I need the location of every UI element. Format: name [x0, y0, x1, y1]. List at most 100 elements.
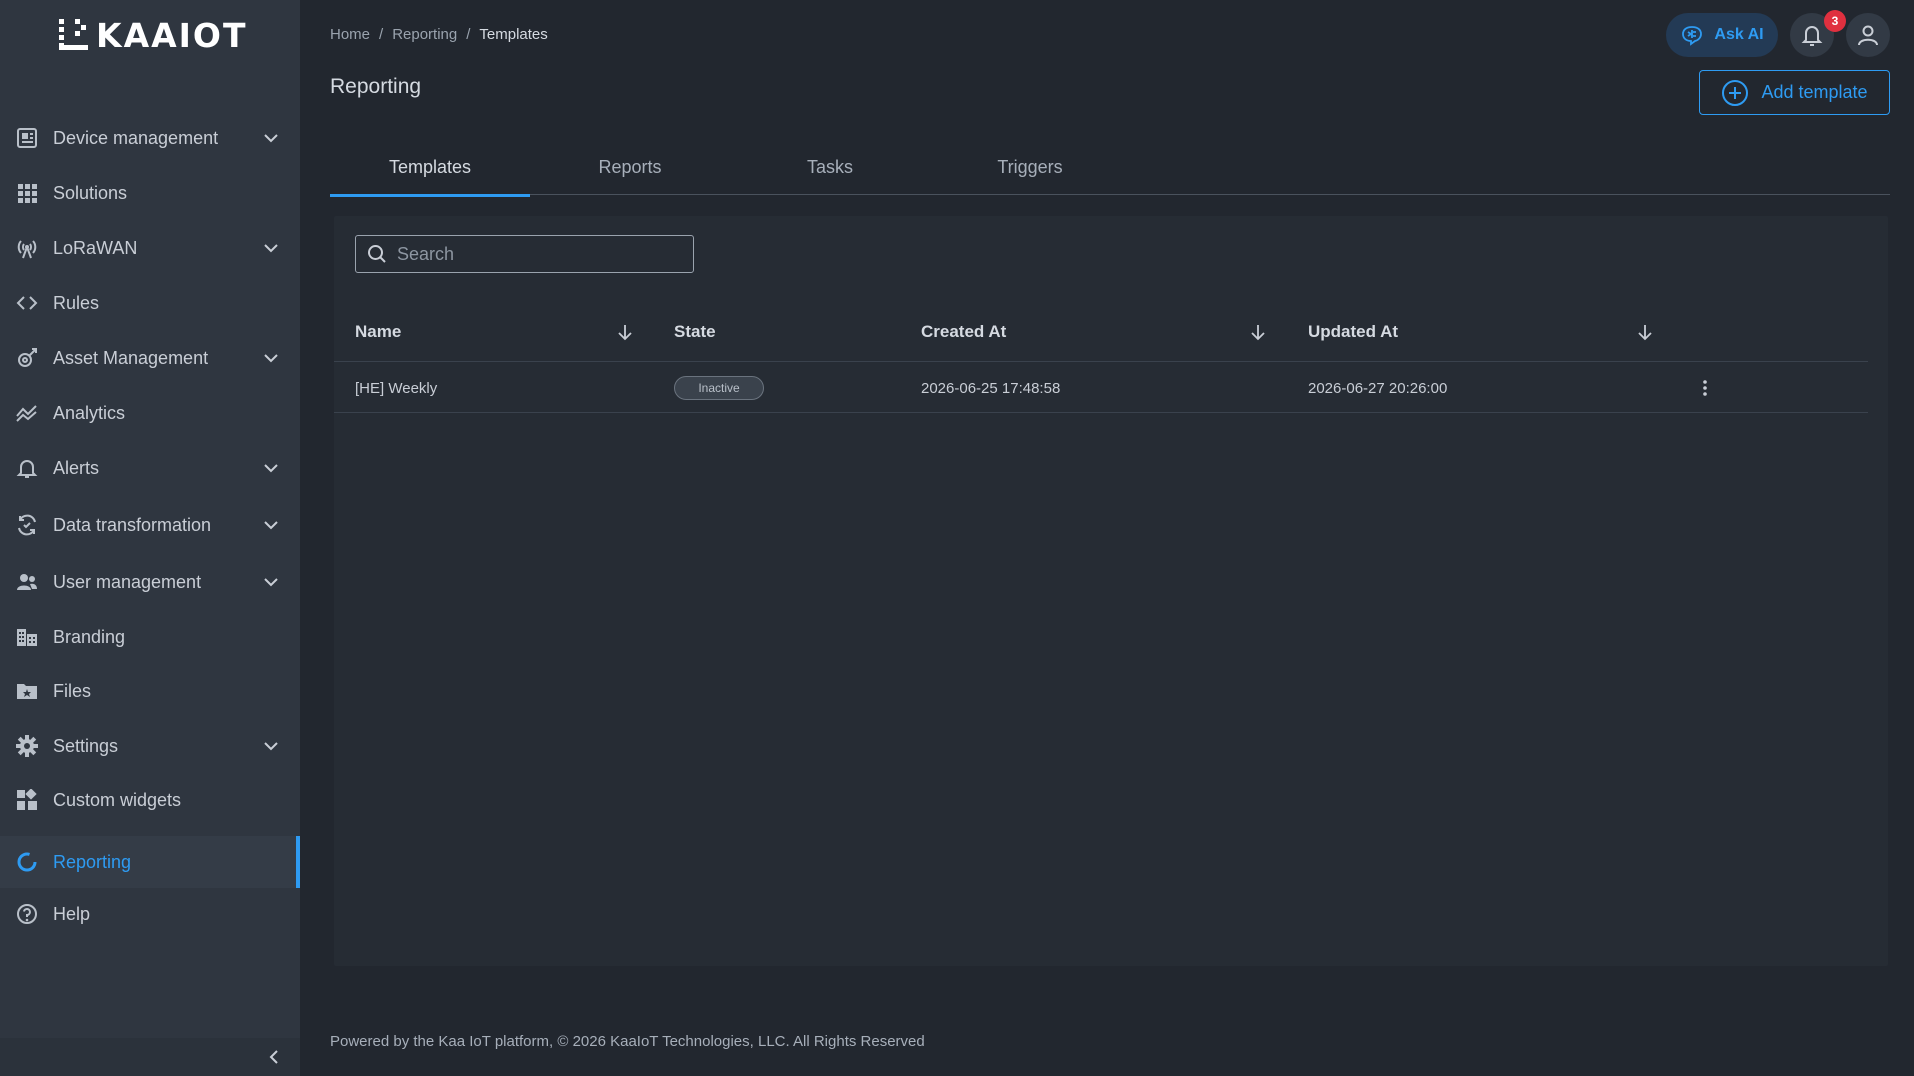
sidebar-item-device-management[interactable]: Device management	[0, 112, 300, 164]
user-icon	[1858, 25, 1878, 46]
gear-icon	[16, 735, 38, 757]
sidebar: KAAIOT Device management Solutions LoRaW…	[0, 0, 300, 1076]
notification-count-badge: 3	[1824, 10, 1846, 32]
sidebar-item-label: LoRaWAN	[53, 237, 138, 258]
sidebar-item-label: Data transformation	[53, 514, 212, 535]
tab-templates[interactable]: Templates	[330, 140, 530, 197]
chevron-down-icon[interactable]	[262, 349, 280, 367]
sidebar-item-label: Reporting	[53, 851, 132, 872]
sidebar-item-branding[interactable]: Branding	[0, 611, 300, 663]
sidebar-item-label: Analytics	[53, 402, 126, 423]
tab-label: Templates	[388, 157, 472, 177]
logo-text: KAAIOT	[96, 15, 248, 55]
sidebar-item-label: Alerts	[53, 457, 100, 478]
sidebar-item-asset-management[interactable]: Asset Management	[0, 332, 300, 384]
sidebar-item-rules[interactable]: Rules	[0, 277, 300, 329]
cell-updated-at: 2026-06-27 20:26:00	[1308, 379, 1448, 397]
sidebar-item-reporting[interactable]: Reporting	[0, 836, 300, 888]
chevron-down-icon[interactable]	[262, 129, 280, 147]
chevron-down-icon[interactable]	[262, 737, 280, 755]
sidebar-item-label: Settings	[53, 735, 119, 756]
sidebar-item-label: Help	[53, 903, 91, 924]
logo-mark-icon	[59, 19, 88, 50]
widgets-icon	[16, 789, 38, 811]
ai-brain-icon	[1682, 26, 1703, 46]
ask-ai-label: Ask AI	[1714, 26, 1764, 43]
page-footer: Powered by the Kaa IoT platform, © 2026 …	[330, 1033, 925, 1050]
sidebar-item-lorawan[interactable]: LoRaWAN	[0, 222, 300, 274]
sidebar-item-alerts[interactable]: Alerts	[0, 442, 300, 494]
cell-name: [HE] Weekly	[355, 379, 438, 397]
sidebar-item-settings[interactable]: Settings	[0, 720, 300, 772]
sidebar-item-label: Solutions	[53, 182, 128, 203]
sidebar-item-files[interactable]: Files	[0, 665, 300, 717]
tab-label: Triggers	[997, 157, 1063, 177]
antenna-icon	[16, 237, 38, 259]
table-row[interactable]: [HE] Weekly Inactive 2026-06-25 17:48:58…	[334, 363, 1868, 413]
tab-tasks[interactable]: Tasks	[730, 140, 930, 195]
add-template-label: Add template	[1761, 82, 1868, 102]
sidebar-collapse-bar	[0, 1038, 300, 1076]
column-header-created-at[interactable]: Created At	[921, 302, 1006, 362]
branding-icon	[16, 626, 38, 648]
asset-icon	[16, 347, 38, 369]
help-icon	[16, 903, 38, 925]
breadcrumb-current: Templates	[479, 26, 548, 43]
sidebar-item-solutions[interactable]: Solutions	[0, 167, 300, 219]
add-template-button[interactable]: Add template	[1699, 70, 1890, 115]
chevron-left-icon[interactable]	[264, 1047, 284, 1067]
sidebar-item-label: Branding	[53, 626, 126, 647]
breadcrumb-separator: /	[379, 26, 384, 43]
sidebar-item-label: Files	[53, 680, 92, 701]
cell-created-at: 2026-06-25 17:48:58	[921, 379, 1061, 397]
sidebar-item-custom-widgets[interactable]: Custom widgets	[0, 774, 300, 826]
column-header-name[interactable]: Name	[355, 302, 401, 362]
search-icon	[368, 245, 386, 263]
sort-arrow-down-icon[interactable]	[616, 323, 634, 341]
sidebar-item-user-management[interactable]: User management	[0, 556, 300, 608]
user-menu-button[interactable]	[1846, 13, 1890, 57]
ask-ai-button[interactable]: Ask AI	[1666, 13, 1778, 57]
chevron-down-icon[interactable]	[262, 516, 280, 534]
breadcrumb-reporting[interactable]: Reporting	[392, 26, 457, 43]
sidebar-item-analytics[interactable]: Analytics	[0, 387, 300, 439]
code-icon	[16, 292, 38, 314]
analytics-icon	[16, 402, 38, 424]
table-header: Name State Created At Updated At	[334, 302, 1868, 362]
folder-icon	[16, 680, 38, 702]
row-actions-button[interactable]	[1694, 377, 1716, 399]
column-header-state[interactable]: State	[674, 302, 716, 362]
device-icon	[16, 127, 38, 149]
sort-arrow-down-icon[interactable]	[1249, 323, 1267, 341]
transform-icon	[16, 514, 38, 536]
bell-icon	[16, 457, 38, 479]
tab-triggers[interactable]: Triggers	[930, 140, 1130, 195]
chevron-down-icon[interactable]	[262, 239, 280, 257]
templates-card: Name State Created At Updated At [HE] We…	[334, 216, 1888, 966]
breadcrumb-home[interactable]: Home	[330, 26, 370, 43]
tab-reports[interactable]: Reports	[530, 140, 730, 195]
tab-bar: Templates Reports Tasks Triggers	[330, 140, 1890, 197]
sidebar-item-label: User management	[53, 571, 202, 592]
breadcrumb: Home / Reporting / Templates	[330, 26, 548, 43]
plus-circle-icon	[1722, 79, 1749, 106]
chevron-down-icon[interactable]	[262, 573, 280, 591]
sort-arrow-down-icon[interactable]	[1636, 323, 1654, 341]
sidebar-item-data-transformation[interactable]: Data transformation	[0, 499, 300, 551]
tab-label: Reports	[598, 157, 662, 177]
sidebar-item-label: Device management	[53, 127, 219, 148]
kebab-menu-icon	[1703, 380, 1707, 396]
page-title: Reporting	[330, 75, 422, 98]
column-header-updated-at[interactable]: Updated At	[1308, 302, 1398, 362]
tab-label: Tasks	[806, 157, 853, 177]
sidebar-item-label: Rules	[53, 292, 100, 313]
kaaiot-logo[interactable]: KAAIOT	[58, 18, 248, 52]
chevron-down-icon[interactable]	[262, 459, 280, 477]
status-badge: Inactive	[674, 376, 764, 400]
sidebar-item-label: Custom widgets	[53, 789, 182, 810]
breadcrumb-separator: /	[466, 26, 471, 43]
bell-icon	[1801, 26, 1823, 46]
sidebar-item-help[interactable]: Help	[0, 888, 300, 940]
search-input[interactable]	[397, 243, 677, 265]
search-box[interactable]	[355, 235, 694, 273]
